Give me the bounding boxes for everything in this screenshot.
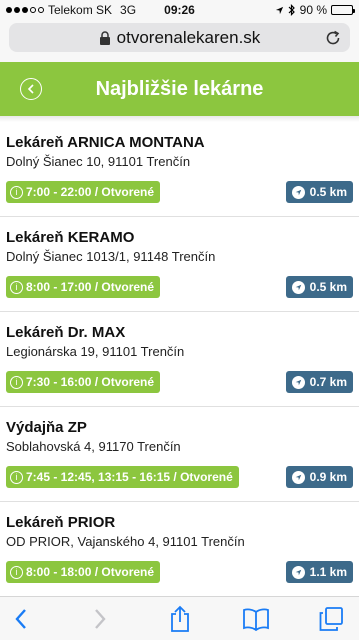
- address-bar[interactable]: otvorenalekaren.sk: [9, 23, 350, 52]
- distance-text: 0.5 km: [309, 280, 347, 294]
- opening-hours-text: 8:00 - 18:00 / Otvorené: [26, 565, 155, 579]
- navigation-arrow-icon: [291, 565, 305, 579]
- location-arrow-icon: [275, 6, 283, 14]
- browser-toolbar: [0, 596, 359, 640]
- chevron-right-icon: [95, 609, 106, 629]
- list-item[interactable]: Lekáreň PRIOR OD PRIOR, Vajanského 4, 91…: [0, 502, 359, 597]
- page-title: Najbližšie lekárne: [95, 78, 264, 100]
- list-item[interactable]: Lekáreň Dr. MAX Legionárska 19, 91101 Tr…: [0, 312, 359, 407]
- pharmacy-address: Soblahovská 4, 91170 Trenčín: [6, 439, 181, 454]
- distance-text: 1.1 km: [309, 565, 347, 579]
- distance-text: 0.9 km: [309, 470, 347, 484]
- share-icon: [171, 605, 189, 632]
- navigation-arrow-icon: [291, 280, 305, 294]
- list-item[interactable]: Výdajňa ZP Soblahovská 4, 91170 Trenčín …: [0, 407, 359, 502]
- info-icon: i: [10, 470, 23, 484]
- list-item[interactable]: Lekáreň KERAMO Dolný Šianec 1013/1, 9114…: [0, 217, 359, 312]
- opening-hours-text: 8:00 - 17:00 / Otvorené: [26, 280, 155, 294]
- chevron-left-icon: [15, 609, 26, 629]
- app-header: Najbližšie lekárne: [0, 62, 359, 116]
- navigation-arrow-icon: [291, 375, 305, 389]
- navigation-arrow-icon: [291, 185, 305, 199]
- opening-hours-badge[interactable]: i 7:00 - 22:00 / Otvorené: [6, 181, 161, 203]
- pharmacy-list: Lekáreň ARNICA MONTANA Dolný Šianec 10, …: [0, 122, 359, 597]
- distance-text: 0.5 km: [309, 185, 347, 199]
- share-button[interactable]: [166, 605, 194, 633]
- info-icon: i: [10, 280, 23, 294]
- opening-hours-text: 7:30 - 16:00 / Otvorené: [26, 375, 155, 389]
- info-icon: i: [10, 565, 23, 579]
- opening-hours-badge[interactable]: i 8:00 - 17:00 / Otvorené: [6, 276, 161, 298]
- lock-icon: [99, 30, 110, 45]
- browser-forward-button[interactable]: [86, 605, 114, 633]
- battery-percent: 90 %: [299, 3, 327, 17]
- tabs-icon: [319, 607, 343, 631]
- info-icon: i: [10, 185, 23, 199]
- book-icon: [243, 608, 269, 631]
- distance-badge[interactable]: 0.5 km: [285, 276, 353, 298]
- distance-badge[interactable]: 0.5 km: [285, 181, 353, 203]
- url-text: otvorenalekaren.sk: [116, 27, 261, 47]
- reload-icon[interactable]: [324, 29, 342, 47]
- opening-hours-badge[interactable]: i 7:45 - 12:45, 13:15 - 16:15 / Otvorené: [6, 466, 239, 488]
- opening-hours-badge[interactable]: i 7:30 - 16:00 / Otvorené: [6, 371, 161, 393]
- browser-address-area: otvorenalekaren.sk: [0, 20, 359, 62]
- pharmacy-name: Lekáreň ARNICA MONTANA: [6, 134, 205, 151]
- opening-hours-text: 7:45 - 12:45, 13:15 - 16:15 / Otvorené: [26, 470, 233, 484]
- pharmacy-name: Výdajňa ZP: [6, 419, 87, 436]
- pharmacy-address: Legionárska 19, 91101 Trenčín: [6, 344, 185, 359]
- pharmacy-name: Lekáreň PRIOR: [6, 514, 116, 531]
- opening-hours-badge[interactable]: i 8:00 - 18:00 / Otvorené: [6, 561, 161, 583]
- opening-hours-text: 7:00 - 22:00 / Otvorené: [26, 185, 155, 199]
- bluetooth-icon: [288, 4, 295, 16]
- distance-text: 0.7 km: [309, 375, 347, 389]
- status-bar: Telekom SK 3G 09:26 90 %: [0, 0, 359, 20]
- navigation-arrow-icon: [291, 470, 305, 484]
- bookmarks-button[interactable]: [242, 605, 270, 633]
- distance-badge[interactable]: 0.7 km: [285, 371, 353, 393]
- pharmacy-address: OD PRIOR, Vajanského 4, 91101 Trenčín: [6, 534, 245, 549]
- tabs-button[interactable]: [317, 605, 345, 633]
- distance-badge[interactable]: 1.1 km: [285, 561, 353, 583]
- pharmacy-address: Dolný Šianec 1013/1, 91148 Trenčín: [6, 249, 216, 264]
- battery-icon: [331, 5, 355, 15]
- pharmacy-address: Dolný Šianec 10, 91101 Trenčín: [6, 154, 191, 169]
- info-icon: i: [10, 375, 23, 389]
- list-item[interactable]: Lekáreň ARNICA MONTANA Dolný Šianec 10, …: [0, 122, 359, 217]
- pharmacy-name: Lekáreň Dr. MAX: [6, 324, 126, 341]
- distance-badge[interactable]: 0.9 km: [285, 466, 353, 488]
- browser-back-button[interactable]: [7, 605, 35, 633]
- pharmacy-name: Lekáreň KERAMO: [6, 229, 135, 246]
